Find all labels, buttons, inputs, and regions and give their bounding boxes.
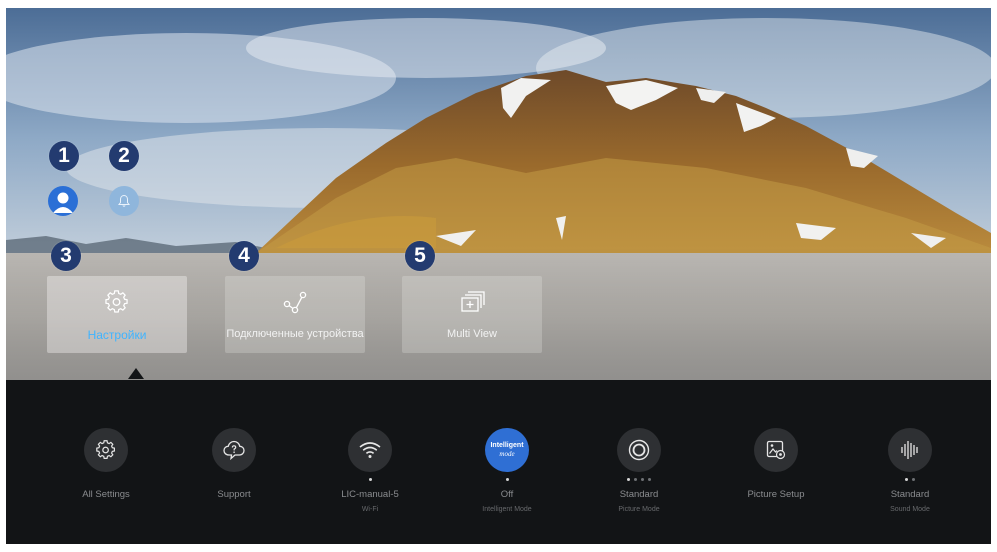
gear-icon — [105, 290, 129, 314]
quick-setting-label: LIC-manual-5 — [341, 489, 399, 500]
profile-avatar[interactable] — [48, 186, 78, 216]
tv-screen: 1 2 3 4 5 Настройки Подключенные устройс… — [6, 8, 991, 544]
intelligent-mode-icon: Intelligent mode — [485, 428, 529, 472]
callout-marker-4: 4 — [229, 241, 259, 271]
picture-setup-icon — [754, 428, 798, 472]
picture-mode-icon — [617, 428, 661, 472]
sound-mode-icon — [888, 428, 932, 472]
quick-setting-label: Standard — [619, 489, 659, 500]
quick-setting-label: All Settings — [82, 489, 130, 500]
quick-setting-picture-mode[interactable]: Standard Picture Mode — [584, 428, 694, 513]
callout-marker-3: 3 — [51, 241, 81, 271]
quick-setting-wifi[interactable]: LIC-manual-5 Wi-Fi — [315, 428, 425, 513]
support-icon — [212, 428, 256, 472]
quick-setting-label: Off — [500, 489, 514, 500]
wifi-icon — [348, 428, 392, 472]
quick-setting-label: Support — [217, 489, 251, 500]
connected-devices-tile-label: Подключенные устройства — [226, 328, 364, 340]
multi-view-tile[interactable]: Multi View — [402, 276, 542, 353]
quick-setting-intelligent-mode[interactable]: Intelligent mode Off Intelligent Mode — [452, 428, 562, 513]
connected-devices-tile[interactable]: Подключенные устройства — [225, 276, 365, 353]
callout-marker-1: 1 — [49, 141, 79, 171]
quick-setting-label: Picture Setup — [747, 489, 805, 500]
quick-setting-label: Standard — [890, 489, 930, 500]
connected-devices-icon — [282, 290, 308, 314]
intelligent-badge-top: Intelligent — [490, 442, 524, 449]
quick-setting-sub: Wi-Fi — [361, 506, 379, 513]
callout-marker-2: 2 — [109, 141, 139, 171]
notifications-button[interactable] — [109, 186, 139, 216]
bell-icon — [118, 194, 130, 207]
intelligent-badge-bottom: mode — [499, 450, 515, 458]
multi-view-tile-label: Multi View — [447, 328, 497, 340]
quick-setting-sub: Sound Mode — [890, 506, 930, 513]
settings-tile[interactable]: Настройки — [47, 276, 187, 353]
gear-icon — [84, 428, 128, 472]
multi-view-icon — [459, 290, 485, 314]
quick-setting-support[interactable]: Support — [179, 428, 289, 506]
quick-setting-sub: Intelligent Mode — [482, 506, 532, 513]
settings-tile-label: Настройки — [87, 328, 147, 342]
quick-setting-sub: Picture Mode — [618, 506, 660, 513]
quick-setting-all-settings[interactable]: All Settings — [51, 428, 161, 506]
callout-marker-5: 5 — [405, 241, 435, 271]
focus-pointer — [128, 368, 144, 379]
quick-setting-picture-setup[interactable]: Picture Setup — [721, 428, 831, 506]
quick-setting-sound-mode[interactable]: Standard Sound Mode — [855, 428, 965, 513]
user-icon — [53, 192, 73, 213]
